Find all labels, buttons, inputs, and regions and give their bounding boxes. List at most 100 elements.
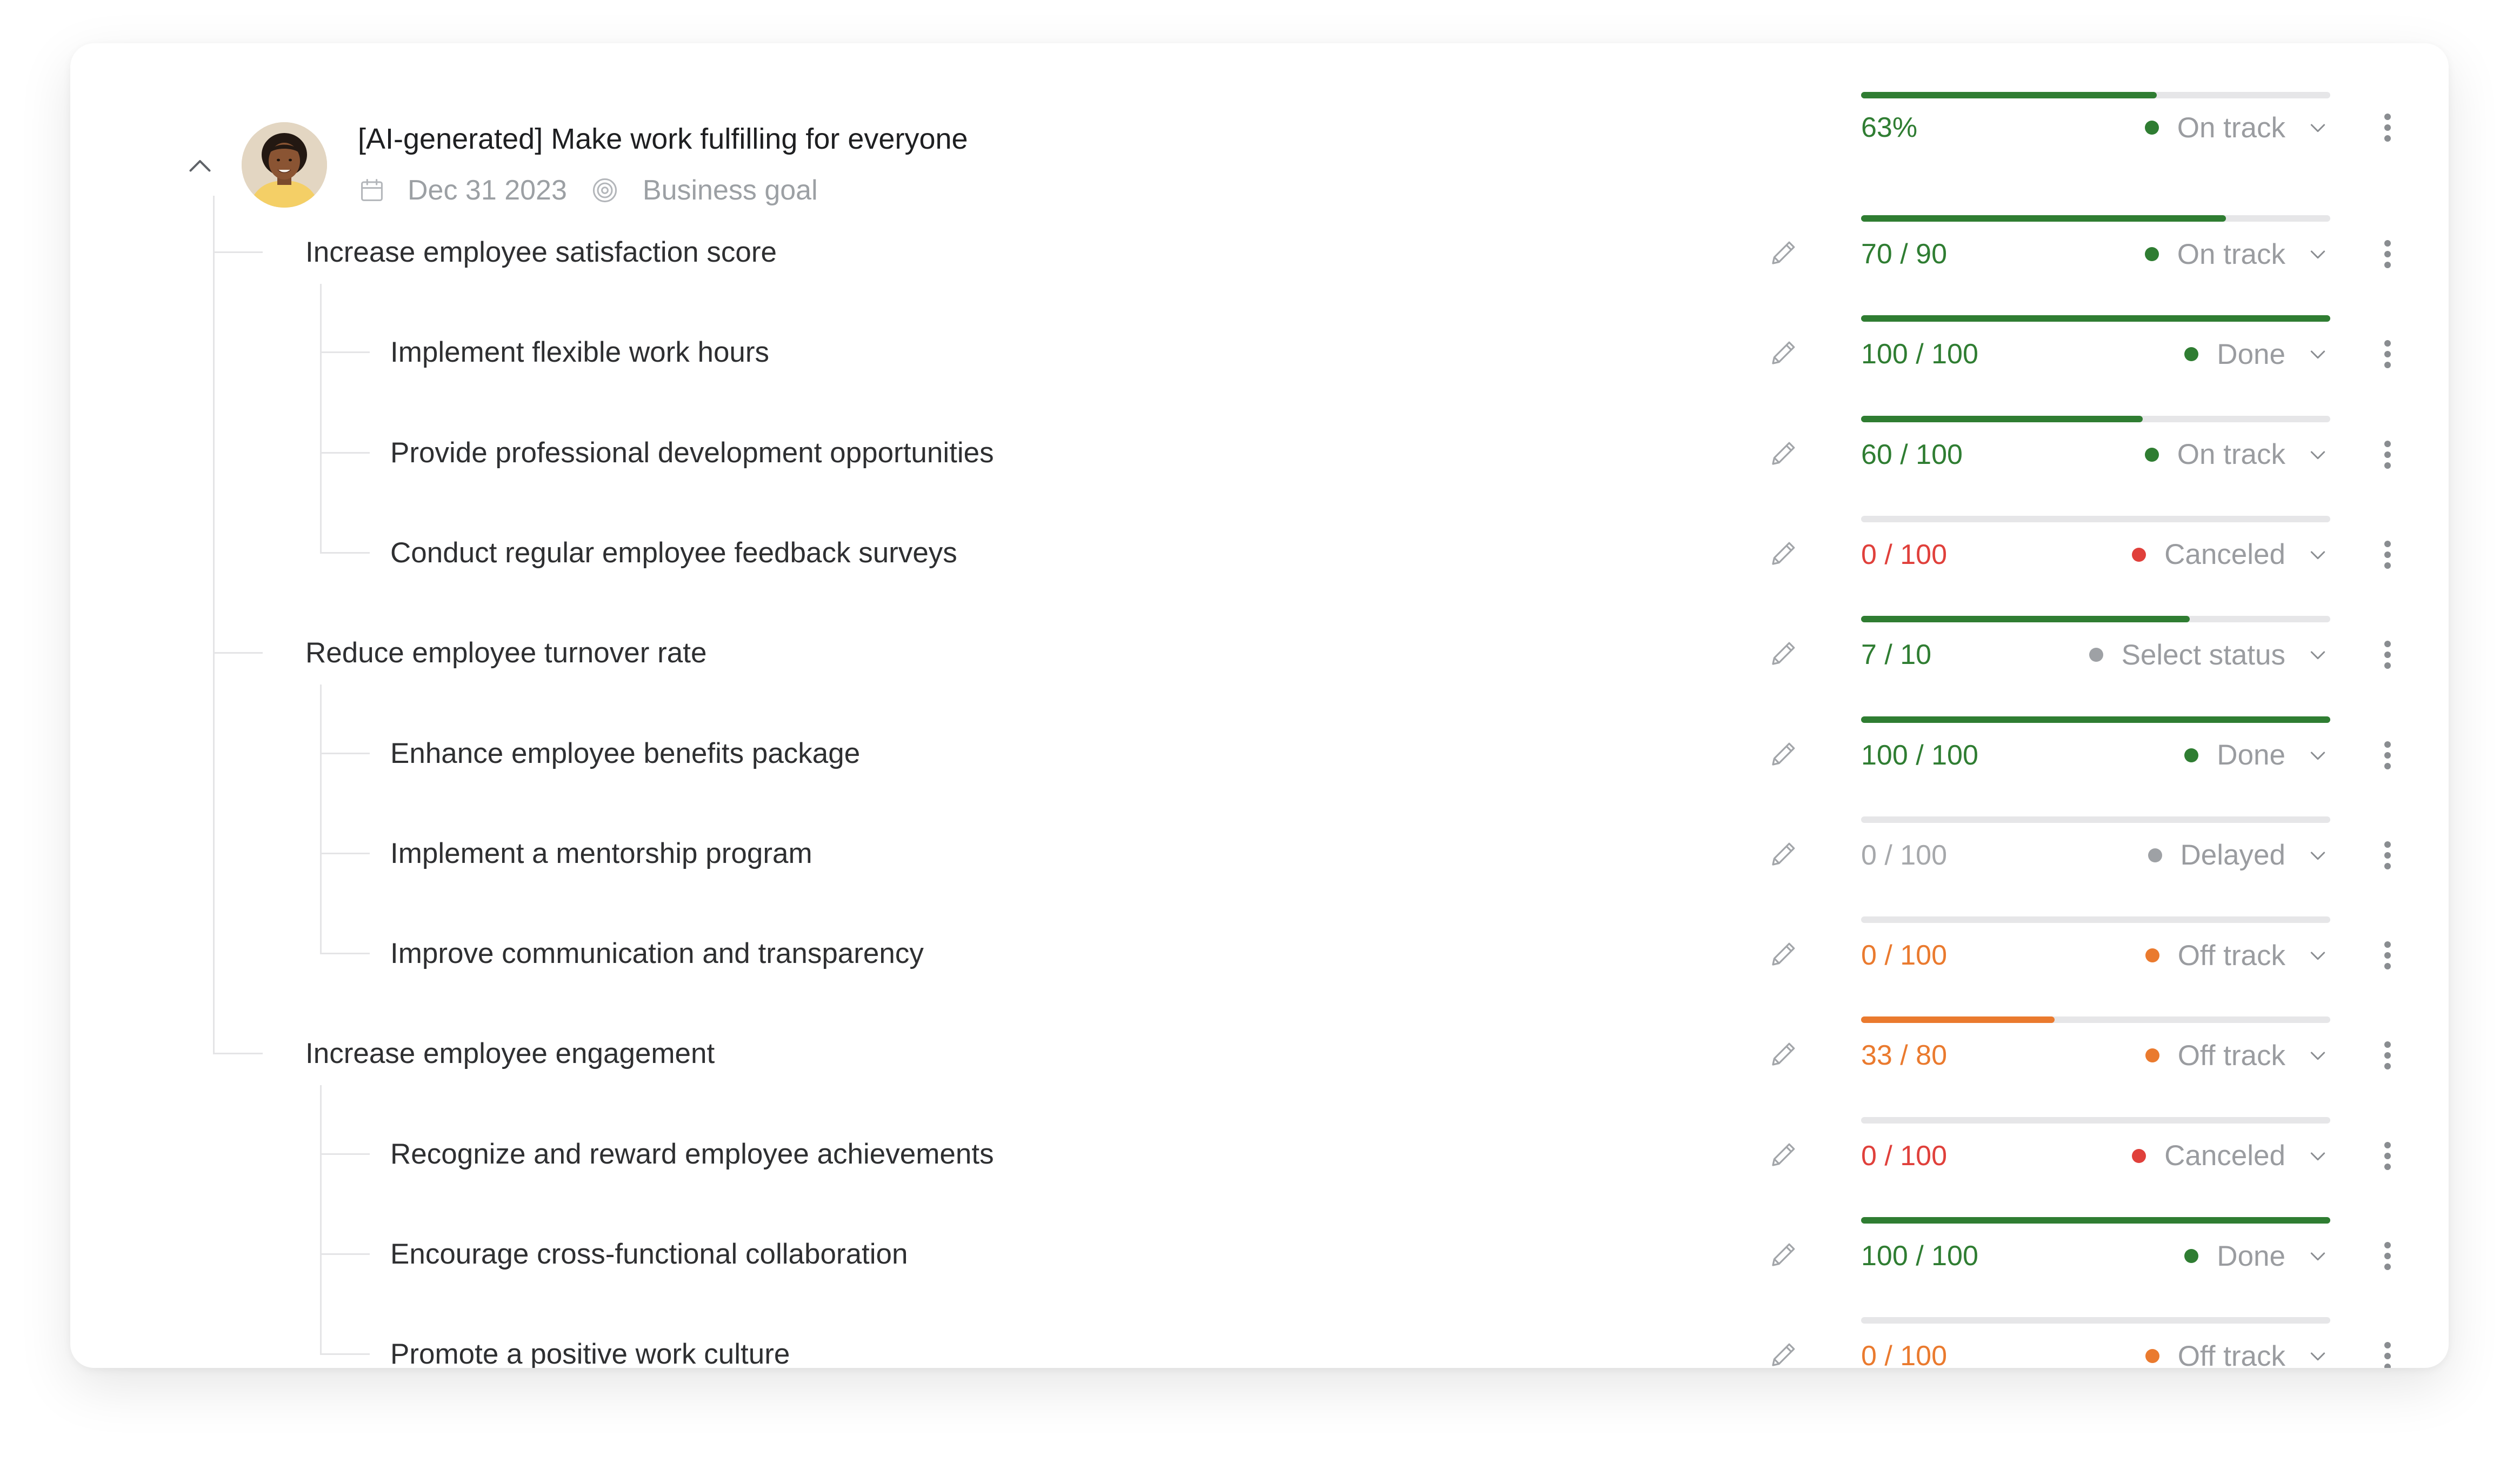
key-result-row[interactable]: Promote a positive work culture 0 / 100 … — [70, 1304, 2449, 1368]
status-dot — [2132, 547, 2146, 562]
status-dot — [2144, 121, 2159, 135]
chevron-down-icon — [2310, 1052, 2325, 1060]
status-dot — [2144, 447, 2159, 462]
key-result-title[interactable]: Reduce employee turnover rate — [305, 636, 706, 670]
more-vertical-icon[interactable] — [2377, 1139, 2398, 1173]
key-result-title[interactable]: Implement a mentorship program — [390, 836, 812, 871]
key-result-title[interactable]: Increase employee satisfaction score — [305, 235, 777, 270]
pencil-icon[interactable] — [1768, 1238, 1800, 1271]
status-dropdown[interactable]: Done — [2184, 738, 2329, 773]
progress-value: 33 / 80 — [1861, 1040, 1948, 1072]
chevron-up-icon[interactable] — [184, 150, 216, 183]
more-vertical-icon[interactable] — [2377, 237, 2398, 271]
status-dropdown[interactable]: Canceled — [2132, 537, 2329, 572]
progress-bar-fill — [1861, 1016, 2055, 1024]
key-result-title[interactable]: Promote a positive work culture — [390, 1337, 790, 1368]
progress-bar — [1861, 315, 2330, 322]
status-dropdown[interactable]: Off track — [2145, 938, 2329, 973]
chevron-down-icon — [2310, 551, 2325, 560]
more-vertical-icon[interactable] — [2377, 537, 2398, 572]
chevron-down-icon — [2310, 1152, 2325, 1160]
progress-value: 100 / 100 — [1861, 739, 1978, 771]
progress-value: 0 / 100 — [1861, 539, 1948, 570]
status-dropdown[interactable]: Off track — [2145, 1339, 2329, 1368]
pencil-icon[interactable] — [1768, 938, 1800, 970]
pencil-icon[interactable] — [1768, 537, 1800, 569]
pencil-icon[interactable] — [1768, 437, 1800, 469]
key-result-row[interactable]: Improve communication and transparency 0… — [70, 903, 2449, 1002]
more-vertical-icon[interactable] — [2377, 738, 2398, 773]
pencil-icon[interactable] — [1768, 336, 1800, 369]
key-result-row[interactable]: Implement flexible work hours 100 / 100 … — [70, 302, 2449, 401]
progress-bar-fill — [1861, 1217, 2330, 1224]
status-dot — [2145, 948, 2159, 963]
more-vertical-icon[interactable] — [2377, 110, 2398, 145]
key-result-title[interactable]: Implement flexible work hours — [390, 335, 769, 370]
pencil-icon[interactable] — [1768, 1138, 1800, 1171]
pencil-icon[interactable] — [1768, 838, 1800, 870]
status-dot — [2144, 247, 2159, 261]
key-result-row[interactable]: Conduct regular employee feedback survey… — [70, 502, 2449, 602]
progress-value: 7 / 10 — [1861, 639, 1932, 671]
status-dropdown[interactable]: Done — [2184, 1239, 2329, 1273]
key-result-title[interactable]: Encourage cross-functional collaboration — [390, 1237, 908, 1272]
status-dot — [2184, 748, 2199, 762]
progress-value: 0 / 100 — [1861, 1340, 1948, 1368]
status-dropdown[interactable]: Canceled — [2132, 1139, 2329, 1173]
key-result-row[interactable]: Implement a mentorship program 0 / 100 D… — [70, 803, 2449, 902]
key-result-title[interactable]: Enhance employee benefits package — [390, 736, 860, 771]
more-vertical-icon[interactable] — [2377, 337, 2398, 371]
chevron-down-icon — [2310, 1352, 2325, 1361]
chevron-down-icon — [2310, 952, 2325, 960]
status-dropdown[interactable]: Done — [2184, 337, 2329, 371]
key-result-row[interactable]: Encourage cross-functional collaboration… — [70, 1204, 2449, 1303]
progress-bar-fill — [1861, 92, 2157, 98]
pencil-icon[interactable] — [1768, 1338, 1800, 1368]
status-label: Done — [2217, 739, 2285, 771]
key-result-title[interactable]: Conduct regular employee feedback survey… — [390, 536, 957, 570]
pencil-icon[interactable] — [1768, 236, 1800, 269]
key-result-title[interactable]: Provide professional development opportu… — [390, 436, 994, 470]
status-dropdown[interactable]: Delayed — [2148, 838, 2329, 873]
progress-bar — [1861, 1117, 2330, 1124]
progress-bar — [1861, 1317, 2330, 1324]
key-result-row[interactable]: Increase employee engagement 33 / 80 Off… — [70, 1003, 2449, 1102]
status-label: Off track — [2177, 1340, 2285, 1368]
status-dropdown[interactable]: Select status — [2089, 637, 2329, 672]
status-dot — [2145, 1048, 2159, 1063]
key-result-row[interactable]: Recognize and reward employee achievemen… — [70, 1104, 2449, 1203]
progress-bar — [1861, 92, 2330, 98]
progress-bar — [1861, 515, 2330, 522]
progress-bar — [1861, 1016, 2330, 1024]
key-result-title[interactable]: Increase employee engagement — [305, 1036, 715, 1071]
progress-bar — [1861, 716, 2330, 723]
progress-bar-fill — [1861, 315, 2330, 322]
more-vertical-icon[interactable] — [2377, 1339, 2398, 1368]
progress-value: 0 / 100 — [1861, 940, 1948, 972]
status-dropdown[interactable]: Off track — [2145, 1038, 2329, 1073]
more-vertical-icon[interactable] — [2377, 1239, 2398, 1273]
status-label: On track — [2177, 111, 2285, 144]
progress-bar — [1861, 816, 2330, 823]
status-dropdown[interactable]: On track — [2144, 110, 2329, 145]
status-dropdown[interactable]: On track — [2144, 437, 2329, 472]
status-dropdown[interactable]: On track — [2144, 237, 2329, 271]
more-vertical-icon[interactable] — [2377, 1038, 2398, 1073]
key-result-row[interactable]: Enhance employee benefits package 100 / … — [70, 703, 2449, 802]
more-vertical-icon[interactable] — [2377, 838, 2398, 873]
more-vertical-icon[interactable] — [2377, 437, 2398, 472]
more-vertical-icon[interactable] — [2377, 938, 2398, 973]
key-result-row[interactable]: Provide professional development opportu… — [70, 402, 2449, 502]
progress-bar — [1861, 1217, 2330, 1224]
key-result-row[interactable]: Increase employee satisfaction score 70 … — [70, 202, 2449, 301]
key-result-title[interactable]: Improve communication and transparency — [390, 936, 924, 971]
chevron-down-icon — [2310, 250, 2325, 259]
goal-title[interactable]: [AI-generated] Make work fulfilling for … — [358, 122, 968, 156]
key-result-title[interactable]: Recognize and reward employee achievemen… — [390, 1137, 994, 1172]
pencil-icon[interactable] — [1768, 1038, 1800, 1070]
pencil-icon[interactable] — [1768, 637, 1800, 669]
more-vertical-icon[interactable] — [2377, 637, 2398, 672]
key-result-row[interactable]: Reduce employee turnover rate 7 / 10 Sel… — [70, 602, 2449, 702]
pencil-icon[interactable] — [1768, 737, 1800, 770]
progress-value: 60 / 100 — [1861, 438, 1963, 470]
